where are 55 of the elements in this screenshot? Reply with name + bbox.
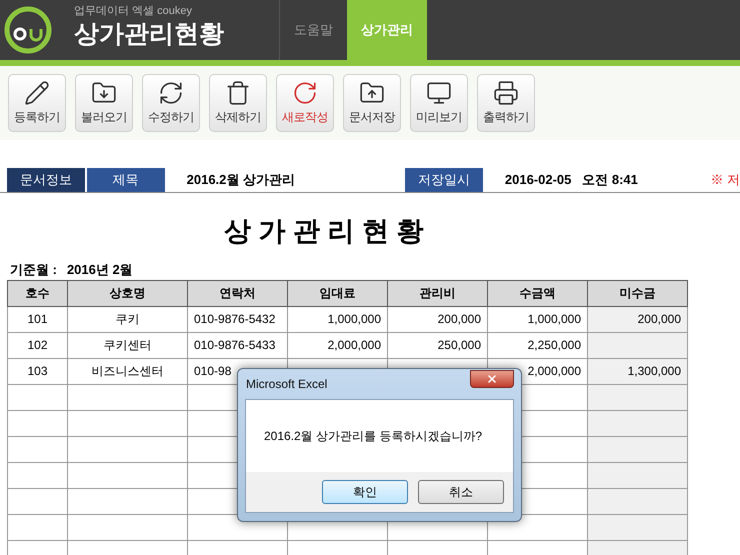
table-cell: 250,000 (388, 332, 488, 358)
section-label: 문서정보 (7, 168, 85, 192)
table-cell: 103 (8, 358, 68, 384)
toolbar-button[interactable]: 출력하기 (477, 74, 535, 132)
pencil-icon (24, 80, 50, 106)
header-subtitle: 업무데이터 엑셀 coukey (74, 4, 193, 18)
column-header: 미수금 (588, 280, 688, 306)
monitor-icon (426, 80, 452, 106)
table-cell: 쿠키 (68, 306, 188, 332)
column-header: 임대료 (288, 280, 388, 306)
logo-icon (2, 4, 54, 56)
field-label: 저장일시 (405, 168, 483, 192)
dialog-message: 2016.2월 상가관리를 등록하시겠습니까? (264, 428, 482, 445)
month-value: 2016년 2월 (66, 260, 133, 278)
toolbar-button[interactable]: 불러오기 (75, 74, 133, 132)
table-cell: 1,000,000 (488, 306, 588, 332)
dialog-button[interactable]: 취소 (418, 480, 504, 504)
column-header: 호수 (8, 280, 68, 306)
toolbar-button[interactable]: 수정하기 (142, 74, 200, 132)
table-cell: 쿠키센터 (68, 332, 188, 358)
toolbar-button[interactable]: 문서저장 (343, 74, 401, 132)
sheet-heading: 상 가 관 리 현 황 (224, 215, 424, 248)
table-cell: 2,000,000 (288, 332, 388, 358)
toolbar-button[interactable]: 새로작성 (276, 74, 334, 132)
table-cell: 비즈니스센터 (68, 358, 188, 384)
column-header: 상호명 (68, 280, 188, 306)
column-header: 수금액 (488, 280, 588, 306)
table-cell: 1,000,000 (288, 306, 388, 332)
note-text: ※ 저 (710, 171, 740, 190)
table-cell: 010-9876-5432 (188, 306, 288, 332)
trash-icon (225, 80, 251, 106)
dialog-button[interactable]: 확인 (322, 480, 408, 504)
table-cell: 1,300,000 (588, 358, 688, 384)
nav-tab[interactable]: 도움말 (280, 0, 347, 60)
close-button[interactable] (470, 370, 514, 388)
toolbar-button[interactable]: 삭제하기 (209, 74, 267, 132)
table-cell: 102 (8, 332, 68, 358)
toolbar-button[interactable]: 등록하기 (8, 74, 66, 132)
field-label: 제목 (86, 168, 165, 192)
close-icon (486, 373, 498, 385)
title-value: 2016.2월 상가관리 (186, 171, 296, 190)
table-cell: 2,250,000 (488, 332, 588, 358)
column-header: 연락처 (188, 280, 288, 306)
month-label: 기준월 : (10, 260, 57, 278)
rotate-icon (292, 80, 318, 106)
column-header: 관리비 (388, 280, 488, 306)
saved-value: 2016-02-05 오전 8:41 (504, 171, 639, 190)
toolbar-button[interactable]: 미리보기 (410, 74, 468, 132)
printer-icon (493, 80, 519, 106)
app-title: 상가관리현황 (74, 19, 225, 50)
refresh-icon (158, 80, 184, 106)
table-cell: 010-9876-5433 (188, 332, 288, 358)
table-cell: 101 (8, 306, 68, 332)
table-cell: 200,000 (388, 306, 488, 332)
table-cell: 200,000 (588, 306, 688, 332)
